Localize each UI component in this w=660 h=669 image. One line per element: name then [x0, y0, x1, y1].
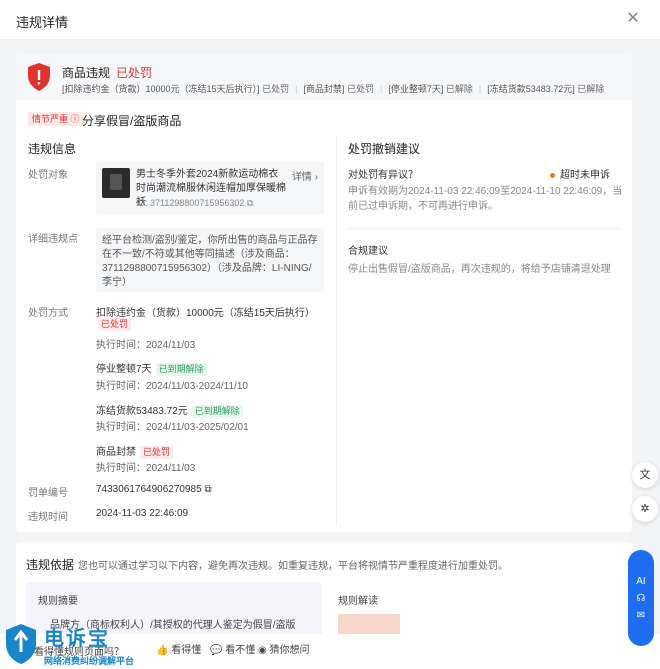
watermark-shield-icon: [6, 624, 36, 664]
method-status-tag: 已处罚: [98, 318, 132, 331]
shield-warning-icon: [28, 63, 50, 91]
ticket-number-text: 7433061764906270985: [96, 484, 202, 495]
basis-title: 违规依据: [26, 558, 75, 572]
watermark: 电诉宝 网络消费纠纷调解平台: [0, 618, 170, 669]
method-tag-row: 已处罚: [94, 318, 132, 331]
appeal-question: 对处罚有异议？: [348, 170, 418, 181]
appeal-divider: [348, 228, 620, 229]
watermark-subtitle: 网络消费纠纷调解平台: [44, 656, 135, 666]
translate-icon[interactable]: 文: [632, 462, 658, 488]
violation-time: 2024-11-03 22:46:09: [96, 508, 189, 519]
appeal-section-title: 处罚撤销建议: [348, 142, 421, 156]
copy-icon[interactable]: ⧉: [247, 198, 253, 208]
method-status-tag: 已处罚: [140, 446, 174, 459]
compliance-title: 合规建议: [348, 246, 388, 257]
penalty-status: 已解除: [445, 84, 473, 94]
method-status-tag: 已到期解除: [155, 363, 207, 376]
not-understand-label: 看不懂: [225, 645, 256, 656]
penalty-item: [商品封禁]: [303, 84, 345, 94]
banner-title-text: 商品违规: [62, 66, 111, 80]
basis-desc: 您也可以通过学习以下内容，避免再次违规。如重复违规，平台将视情节严重程度进行加重…: [78, 561, 508, 572]
headset-icon[interactable]: ☊: [628, 593, 654, 604]
severity-badge[interactable]: 情节严重 ⓘ: [28, 112, 84, 126]
watermark-title: 电诉宝: [44, 628, 110, 650]
method-text: 商品封禁: [96, 447, 136, 458]
product-id: ID: 3711298800715956302 ⧉: [136, 198, 253, 209]
method-exec-time: 执行时间：2024/11/03: [96, 340, 196, 351]
method-item: 扣除违约金（货款）10000元（冻结15天后执行）: [96, 304, 315, 319]
appeal-status: 超时未申诉: [550, 166, 610, 181]
guess-question-button[interactable]: ◉ 猜你想问: [258, 641, 310, 656]
product-card[interactable]: 男士冬季外套2024新款运动棉衣时尚潮流棉服休闲连帽加厚保暖棉袄 详情 › ID…: [96, 162, 324, 214]
method-item: 冻结货款53483.72元 已到期解除: [96, 402, 243, 418]
copy-icon[interactable]: ⧉: [204, 484, 211, 495]
ticket-label: 罚单编号: [28, 488, 68, 499]
rule-interp-title: 规则解读: [338, 596, 378, 607]
method-item: 停业整顿7天 已到期解除: [96, 360, 207, 376]
method-item: 商品封禁 已处罚: [96, 443, 174, 459]
info-circle-icon: ⓘ: [70, 114, 80, 124]
violation-card: 商品违规 已处罚 [扣除违约金（货款）10000元（冻结15天后执行）] 已处罚 |…: [16, 54, 632, 532]
ai-assistant-panel[interactable]: AI ☊ ✉: [628, 550, 654, 646]
appeal-status-text: 超时未申诉: [560, 170, 610, 181]
status-dot-icon: [550, 172, 555, 178]
compliance-text: 停止出售假冒/盗版商品，再次违规的，将给予店铺清退处理: [348, 264, 611, 275]
method-label: 处罚方式: [28, 308, 68, 319]
penalty-item: [停业整顿7天]: [388, 84, 444, 94]
time-label: 违规时间: [28, 512, 68, 523]
rule-summary-title: 规则摘要: [38, 596, 78, 607]
method-exec-time: 执行时间：2024/11/03: [96, 463, 196, 474]
penalty-status: 已处罚: [262, 84, 290, 94]
penalty-item: [扣除违约金（货款）10000元（冻结15天后执行）]: [62, 84, 260, 94]
not-understand-button[interactable]: 💬 看不懂: [210, 641, 255, 656]
banner-status: 已处罚: [116, 66, 153, 80]
method-text: 冻结货款53483.72元: [96, 406, 188, 417]
column-divider: [336, 136, 337, 526]
ai-label: AI: [636, 576, 646, 587]
banner-title: 商品违规 已处罚: [62, 64, 152, 81]
notification-icon[interactable]: ✉: [628, 610, 654, 621]
method-exec-time: 执行时间：2024/11/03-2025/02/01: [96, 422, 249, 433]
guess-question-label: 猜你想问: [269, 645, 310, 656]
message-icon: 💬: [210, 645, 223, 656]
dialog-body[interactable]: 商品违规 已处罚 [扣除违约金（货款）10000元（冻结15天后执行）] 已处罚 |…: [0, 40, 660, 669]
close-icon[interactable]: ✕: [624, 10, 642, 28]
method-text: 停业整顿7天: [96, 364, 152, 375]
penalty-status: 已处罚: [346, 84, 374, 94]
detail-label: 详细违规点: [28, 234, 78, 245]
product-id-text: ID: 3711298800715956302: [136, 198, 245, 208]
info-section-title: 违规信息: [28, 142, 77, 156]
share-network-icon[interactable]: ✲: [632, 496, 658, 522]
ticket-number: 7433061764906270985 ⧉: [96, 484, 212, 495]
dialog-header: 违规详情 ✕: [0, 0, 660, 40]
product-thumbnail: [102, 168, 130, 198]
robot-icon: ◉: [258, 645, 267, 656]
penalty-status: 已解除: [577, 84, 605, 94]
detail-text: 经平台检测/盗别/鉴定，你所出售的商品与正品存在不一致/不符或其他等同描述（涉及…: [96, 228, 324, 292]
dialog-title: 违规详情: [16, 15, 69, 30]
method-status-tag: 已到期解除: [191, 405, 243, 418]
severity-tag-text: 情节严重: [32, 114, 69, 124]
appeal-desc: 申诉有效期为2024-11-03 22:46:09至2024-11-10 22:…: [348, 186, 623, 212]
banner-penalty-list: [扣除违约金（货款）10000元（冻结15天后执行）] 已处罚 | [商品封禁] 已…: [62, 84, 605, 94]
understand-label: 看得懂: [171, 645, 202, 656]
method-exec-time: 执行时间：2024/11/03-2024/11/10: [96, 381, 248, 392]
violation-banner: 商品违规 已处罚 [扣除违约金（货款）10000元（冻结15天后执行）] 已处罚 |…: [16, 54, 632, 100]
target-label: 处罚对象: [28, 170, 68, 181]
penalty-item: [冻结货款53483.72元]: [487, 84, 575, 94]
product-detail-link[interactable]: 详情 ›: [292, 168, 318, 183]
violation-type: 分享假冒/盗版商品: [82, 114, 182, 128]
